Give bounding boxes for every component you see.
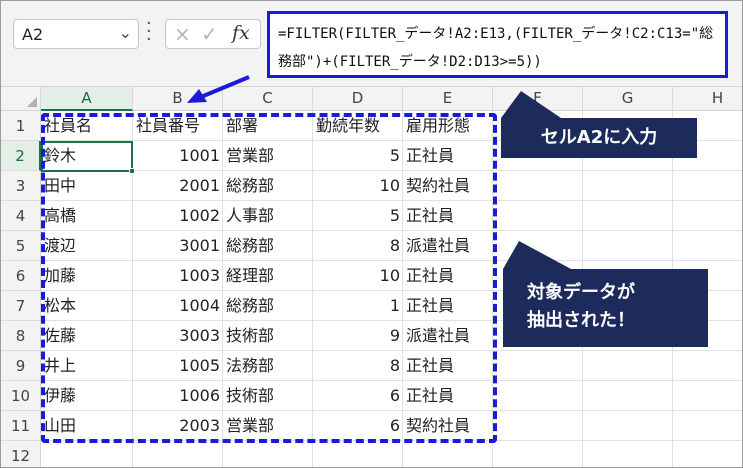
formula-input[interactable]: =FILTER(FILTER_データ!A2:E13,(FILTER_データ!C2… (267, 11, 728, 78)
callout-input-cell: セルA2に入力 (501, 118, 697, 158)
row-header-7[interactable]: 7 (1, 291, 41, 321)
name-box[interactable]: A2 ⌄ (13, 19, 139, 49)
column-header-g[interactable]: G (583, 87, 673, 111)
fx-icon[interactable]: fx (232, 22, 250, 44)
row-header-10[interactable]: 10 (1, 381, 41, 411)
row-header-5[interactable]: 5 (1, 231, 41, 261)
result-highlight-box (41, 113, 497, 443)
row-header-4[interactable]: 4 (1, 201, 41, 231)
excel-window: A2 ⌄ · · · × ✓ fx =FILTER(FILTER_データ!A2:E1… (0, 0, 743, 468)
column-header-c[interactable]: C (223, 87, 313, 111)
row-header-2[interactable]: 2 (1, 141, 41, 171)
row-header-11[interactable]: 11 (1, 411, 41, 441)
row-header-9[interactable]: 9 (1, 351, 41, 381)
row-header-1[interactable]: 1 (1, 111, 41, 141)
formula-buttons: × ✓ fx (165, 19, 261, 49)
column-header-b[interactable]: B (133, 87, 223, 111)
column-header-a[interactable]: A (41, 87, 133, 111)
formula-text: =FILTER(FILTER_データ!A2:E13,(FILTER_データ!C2… (278, 26, 714, 70)
vertical-dots-icon[interactable]: · · · (146, 15, 156, 49)
column-header-e[interactable]: E (403, 87, 493, 111)
row-header-6[interactable]: 6 (1, 261, 41, 291)
check-icon[interactable]: ✓ (201, 22, 218, 46)
formula-bar-area: A2 ⌄ · · · × ✓ fx =FILTER(FILTER_データ!A2:E1… (1, 1, 742, 87)
callout-extracted-line2: 抽出された！ (527, 310, 635, 331)
close-icon[interactable]: × (174, 22, 191, 46)
column-header-h[interactable]: H (673, 87, 742, 111)
row-header-12[interactable]: 12 (1, 441, 41, 467)
callout-extracted-line1: 対象データが (527, 282, 635, 303)
column-header-d[interactable]: D (313, 87, 403, 111)
callout-extracted: 対象データが 抽出された！ (503, 269, 708, 347)
select-all-triangle (27, 97, 37, 107)
name-box-value: A2 (22, 25, 44, 44)
row-header-8[interactable]: 8 (1, 321, 41, 351)
row-header-3[interactable]: 3 (1, 171, 41, 201)
select-all-button[interactable] (1, 87, 41, 111)
column-header-f[interactable]: F (493, 87, 583, 111)
chevron-down-icon[interactable]: ⌄ (119, 23, 132, 42)
